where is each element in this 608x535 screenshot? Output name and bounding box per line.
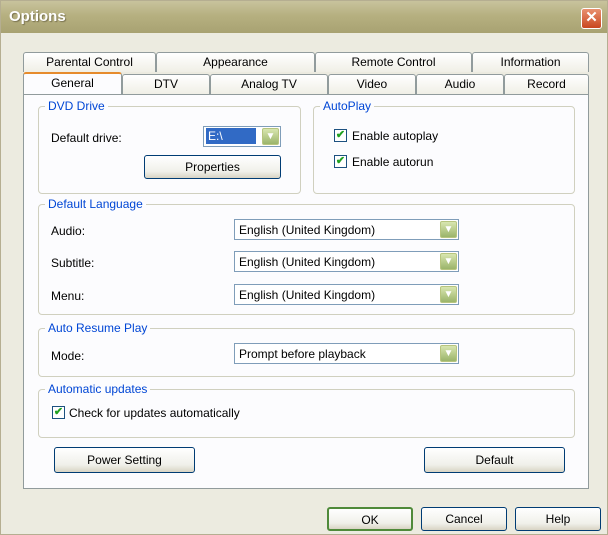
options-window: Options ✕ Parental Control Appearance Re… bbox=[0, 0, 608, 535]
enable-autoplay-label[interactable]: Enable autoplay bbox=[352, 129, 438, 143]
chevron-down-icon[interactable]: ▼ bbox=[440, 221, 457, 238]
check-updates-label[interactable]: Check for updates automatically bbox=[69, 406, 240, 420]
default-drive-value: E:\ bbox=[206, 128, 256, 144]
chevron-down-icon[interactable]: ▼ bbox=[440, 286, 457, 303]
check-updates-checkbox[interactable]: ✔ bbox=[52, 406, 65, 419]
title-bar[interactable]: Options ✕ bbox=[1, 1, 607, 33]
tab-video[interactable]: Video bbox=[328, 74, 416, 94]
close-button[interactable]: ✕ bbox=[581, 8, 602, 29]
dvd-drive-group-title: DVD Drive bbox=[45, 99, 108, 113]
tab-record[interactable]: Record bbox=[504, 74, 589, 94]
ok-button[interactable]: OK bbox=[327, 507, 413, 531]
general-tab-panel: DVD Drive Default drive: E:\ ▼ Propertie… bbox=[23, 94, 589, 489]
enable-autorun-label[interactable]: Enable autorun bbox=[352, 155, 433, 169]
resume-mode-value: Prompt before playback bbox=[239, 347, 366, 361]
default-language-group-title: Default Language bbox=[45, 197, 146, 211]
default-drive-select[interactable]: E:\ ▼ bbox=[203, 126, 281, 147]
menu-language-label: Menu: bbox=[51, 289, 85, 303]
dvd-drive-group: DVD Drive Default drive: E:\ ▼ Propertie… bbox=[38, 99, 301, 194]
audio-language-value: English (United Kingdom) bbox=[239, 223, 376, 237]
properties-button[interactable]: Properties bbox=[144, 155, 281, 179]
auto-resume-group-title: Auto Resume Play bbox=[45, 321, 151, 335]
automatic-updates-group: Automatic updates ✔ Check for updates au… bbox=[38, 382, 575, 438]
tab-remote-control[interactable]: Remote Control bbox=[315, 52, 472, 72]
subtitle-language-value: English (United Kingdom) bbox=[239, 255, 376, 269]
tab-audio[interactable]: Audio bbox=[416, 74, 504, 94]
resume-mode-label: Mode: bbox=[51, 349, 85, 363]
window-title: Options bbox=[9, 8, 66, 25]
resume-mode-select[interactable]: Prompt before playback ▼ bbox=[234, 343, 459, 364]
enable-autoplay-checkbox[interactable]: ✔ bbox=[334, 129, 347, 142]
audio-language-select[interactable]: English (United Kingdom) ▼ bbox=[234, 219, 459, 240]
subtitle-language-label: Subtitle: bbox=[51, 256, 95, 270]
subtitle-language-select[interactable]: English (United Kingdom) ▼ bbox=[234, 251, 459, 272]
audio-language-label: Audio: bbox=[51, 224, 86, 238]
enable-autorun-checkbox[interactable]: ✔ bbox=[334, 155, 347, 168]
automatic-updates-group-title: Automatic updates bbox=[45, 382, 151, 396]
tab-dtv[interactable]: DTV bbox=[122, 74, 210, 94]
chevron-down-icon[interactable]: ▼ bbox=[262, 128, 279, 145]
tab-information[interactable]: Information bbox=[472, 52, 589, 72]
menu-language-select[interactable]: English (United Kingdom) ▼ bbox=[234, 284, 459, 305]
chevron-down-icon[interactable]: ▼ bbox=[440, 345, 457, 362]
chevron-down-icon[interactable]: ▼ bbox=[440, 253, 457, 270]
default-button[interactable]: Default bbox=[424, 447, 565, 473]
auto-resume-group: Auto Resume Play Mode: Prompt before pla… bbox=[38, 321, 575, 377]
tab-parental-control[interactable]: Parental Control bbox=[23, 52, 156, 72]
autoplay-group-title: AutoPlay bbox=[320, 99, 375, 113]
cancel-button[interactable]: Cancel bbox=[421, 507, 507, 531]
default-drive-label: Default drive: bbox=[51, 131, 122, 145]
power-setting-button[interactable]: Power Setting bbox=[54, 447, 195, 473]
help-button[interactable]: Help bbox=[515, 507, 601, 531]
tab-general[interactable]: General bbox=[23, 72, 122, 94]
autoplay-group: AutoPlay ✔ Enable autoplay ✔ Enable auto… bbox=[313, 99, 575, 194]
tab-analog-tv[interactable]: Analog TV bbox=[210, 74, 328, 94]
default-language-group: Default Language Audio: English (United … bbox=[38, 197, 575, 315]
close-icon: ✕ bbox=[585, 9, 598, 26]
menu-language-value: English (United Kingdom) bbox=[239, 288, 376, 302]
tab-appearance[interactable]: Appearance bbox=[156, 52, 315, 72]
